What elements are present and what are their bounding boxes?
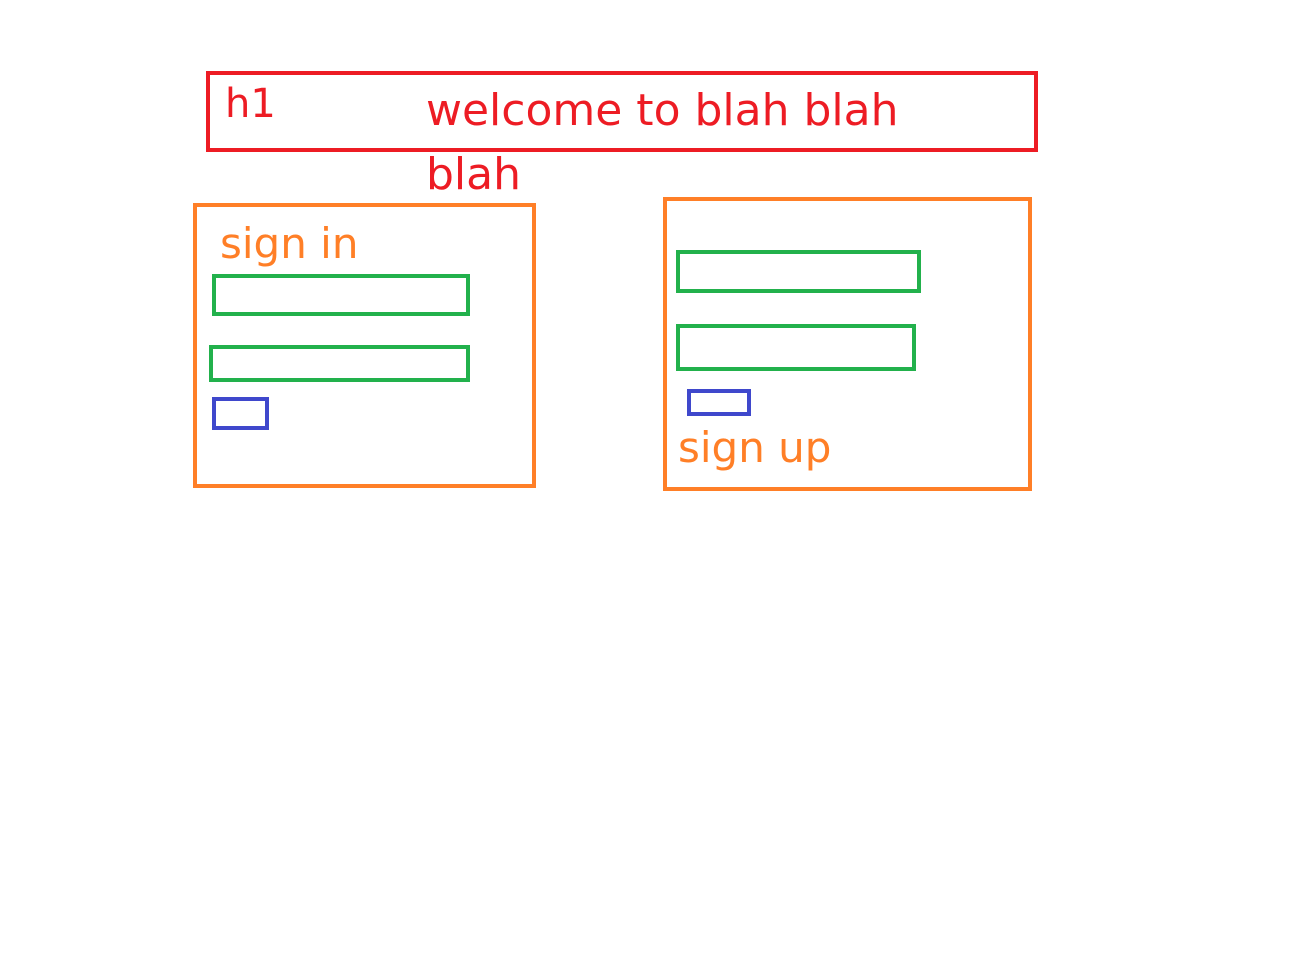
h1-tag-label: h1 <box>225 81 276 127</box>
sign-up-username-field[interactable] <box>676 250 921 293</box>
sign-up-password-field[interactable] <box>676 324 916 371</box>
sign-in-password-field[interactable] <box>209 345 470 382</box>
welcome-heading-line-1: welcome to blah blah <box>426 85 899 136</box>
welcome-heading-line-2: blah <box>426 149 522 200</box>
sign-up-button[interactable] <box>687 389 751 416</box>
sign-in-username-field[interactable] <box>212 274 470 316</box>
sign-in-label: sign in <box>220 219 359 268</box>
sign-in-button[interactable] <box>212 397 269 430</box>
sign-up-label: sign up <box>678 423 832 472</box>
